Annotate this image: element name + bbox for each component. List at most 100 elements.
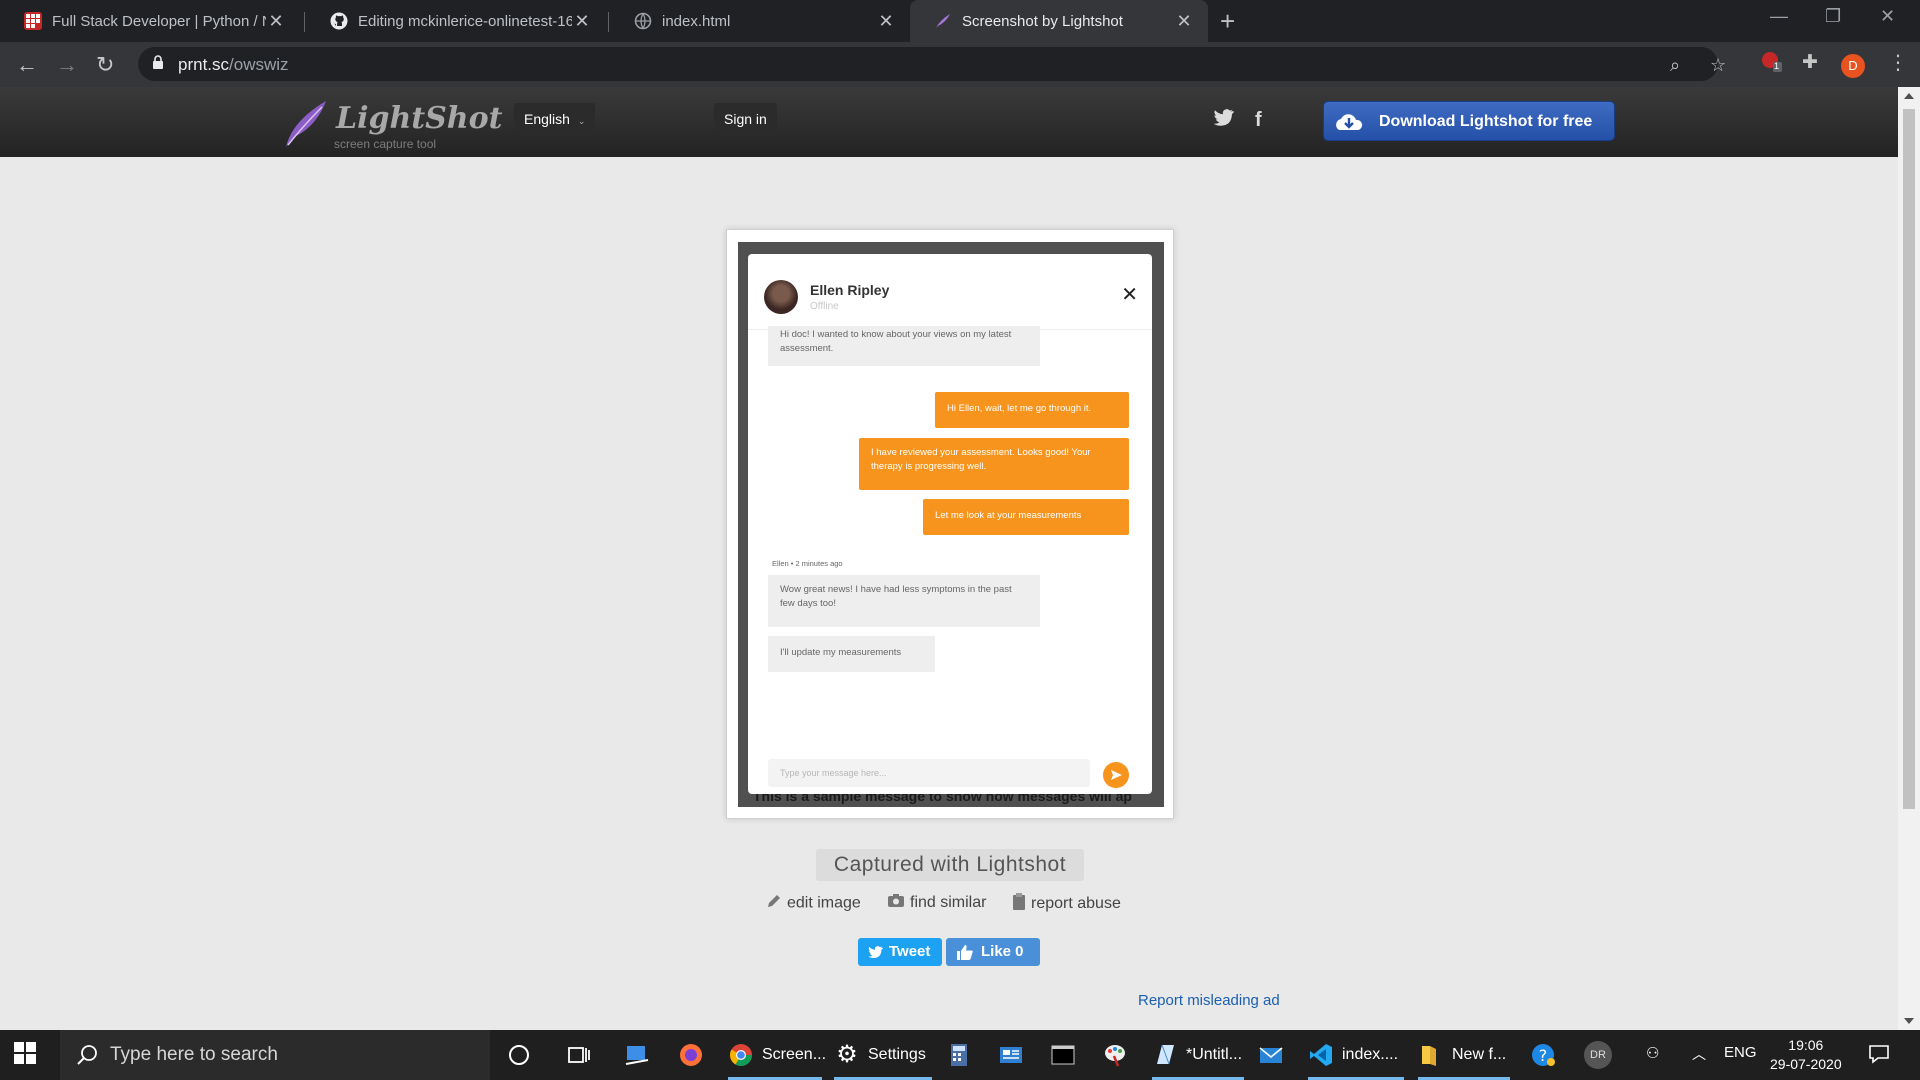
send-arrow-icon [1111,770,1122,780]
address-bar[interactable]: prnt.sc/owswiz ⌕ ☆ [138,47,1726,81]
screenshot-image[interactable]: This is a sample message to show how mes… [738,242,1164,807]
twitter-bird-icon [868,946,883,959]
extension-shield-icon[interactable]: 1 [1760,50,1782,72]
tab-close-icon[interactable]: ✕ [266,11,286,32]
send-button [1103,762,1129,788]
bookmark-star-icon[interactable]: ☆ [1710,55,1726,76]
close-icon: ✕ [1121,284,1138,306]
tab-close-icon[interactable]: ✕ [572,11,592,32]
edit-image-link[interactable]: edit image [766,893,861,914]
message-meta: Ellen • 2 minutes ago [772,559,843,568]
facebook-icon[interactable]: f [1255,109,1262,132]
tab-editing-github[interactable]: Editing mckinlerice-onlinetest-16 ✕ [306,0,606,42]
sign-in-button[interactable]: Sign in [714,103,777,135]
reload-icon[interactable]: ↻ [96,52,114,78]
browser-tab-strip: Full Stack Developer | Python / N ✕ Edit… [0,0,1920,42]
url-path: /owswiz [229,55,289,74]
pinned-app-icon[interactable] [624,1030,658,1080]
captured-with-lightshot-label: Captured with Lightshot [816,849,1084,881]
download-lightshot-button[interactable]: Download Lightshot for free [1323,101,1615,141]
taskbar-search-box[interactable]: Type here to search [60,1030,490,1080]
puzzle-extensions-icon[interactable]: ✚ [1802,51,1818,74]
taskbar-clock[interactable]: 19:06 29-07-2020 [1770,1036,1842,1074]
forward-arrow-icon[interactable]: → [56,52,78,78]
taskbar-app-label: New f... [1452,1046,1507,1063]
news-app-icon[interactable] [998,1030,1032,1080]
taskbar-chrome-screenshot[interactable]: Screen... [728,1030,826,1080]
terminal-icon[interactable] [1050,1030,1084,1080]
tab-index-html[interactable]: index.html ✕ [610,0,910,42]
lightshot-header: LightShot screen capture tool English ⌄ … [0,87,1898,157]
chat-message-incoming: Hi doc! I wanted to know about your view… [768,326,1040,366]
tweet-button[interactable]: Tweet [858,938,942,966]
taskbar-notepad-untitled[interactable]: *Untitl... [1152,1030,1244,1080]
notifications-icon[interactable] [1868,1044,1890,1068]
lock-icon [153,55,163,69]
edit-image-label: edit image [787,894,861,912]
lightshot-feather-icon [934,12,952,30]
user-avatar[interactable]: DR [1584,1041,1612,1069]
tab-close-icon[interactable]: ✕ [876,11,896,32]
chevron-up-icon[interactable]: ︿ [1692,1044,1706,1064]
clock-time: 19:06 [1788,1037,1824,1053]
people-icon[interactable]: ⚇ [1646,1044,1659,1062]
tab-separator [608,12,609,32]
taskbar-new-folder[interactable]: New f... [1418,1030,1510,1080]
scroll-up-arrow-icon[interactable] [1904,93,1914,99]
url-text: prnt.sc/owswiz [178,55,289,75]
twitter-icon[interactable] [1212,109,1234,133]
url-host: prnt.sc [178,55,230,74]
screenshot-image-frame: This is a sample message to show how mes… [726,229,1174,819]
kebab-menu-icon[interactable]: ⋮ [1888,50,1908,75]
paint-icon[interactable] [1102,1030,1136,1080]
language-selector[interactable]: English ⌄ [514,103,596,135]
mail-icon[interactable] [1258,1030,1292,1080]
zoom-icon[interactable]: ⌕ [1670,55,1680,76]
minimize-icon[interactable]: — [1770,6,1788,27]
chrome-icon [730,1044,752,1066]
contact-avatar [764,280,798,314]
input-language[interactable]: ENG [1724,1044,1757,1061]
chat-header: Ellen Ripley Offline ✕ [748,254,1152,330]
restore-icon[interactable]: ❐ [1825,6,1841,27]
taskbar-settings[interactable]: ⚙ Settings [834,1030,932,1080]
report-abuse-link[interactable]: report abuse [1012,893,1121,915]
file-explorer-icon [1422,1046,1436,1066]
tab-separator [304,12,305,32]
like-button[interactable]: Like 0 [946,938,1040,966]
language-label: English [524,111,570,127]
scroll-down-arrow-icon[interactable] [1904,1018,1914,1024]
report-misleading-ad-link[interactable]: Report misleading ad [1138,992,1280,1009]
taskbar-search-placeholder: Type here to search [110,1044,278,1065]
page-scrollbar[interactable] [1898,87,1920,1030]
download-label: Download Lightshot for free [1379,113,1593,130]
tweet-label: Tweet [889,943,931,960]
scrollbar-thumb[interactable] [1903,109,1915,809]
like-label: Like 0 [981,943,1024,960]
tab-close-icon[interactable]: ✕ [1174,11,1194,32]
firefox-icon[interactable] [678,1030,712,1080]
window-close-icon[interactable]: ✕ [1880,6,1895,27]
extension-badge: 1 [1774,61,1780,71]
chat-message-incoming: Wow great news! I have had less symptoms… [768,575,1040,627]
find-similar-link[interactable]: find similar [887,893,986,913]
windows-start-icon[interactable] [14,1042,36,1069]
search-icon [77,1045,97,1065]
task-view-icon[interactable] [566,1030,596,1080]
new-tab-icon[interactable]: + [1220,6,1235,37]
taskbar-app-label: index.... [1342,1046,1399,1063]
cortana-icon[interactable] [506,1030,536,1080]
gear-icon: ⚙ [836,1041,858,1068]
grid-favicon-icon [24,12,42,30]
calculator-icon[interactable] [946,1030,980,1080]
chat-message-outgoing: I have reviewed your assessment. Looks g… [859,438,1129,490]
tab-full-stack-developer[interactable]: Full Stack Developer | Python / N ✕ [0,0,300,42]
tab-title: index.html [662,12,731,30]
help-icon[interactable]: ? [1530,1030,1560,1080]
profile-avatar[interactable]: D [1841,54,1865,78]
download-cloud-icon [1336,114,1363,130]
taskbar-vscode-index[interactable]: index.... [1308,1030,1404,1080]
back-arrow-icon[interactable]: ← [16,52,38,78]
tab-screenshot-by-lightshot[interactable]: Screenshot by Lightshot ✕ [910,0,1208,42]
chat-message-input: Type your message here... [768,759,1090,787]
